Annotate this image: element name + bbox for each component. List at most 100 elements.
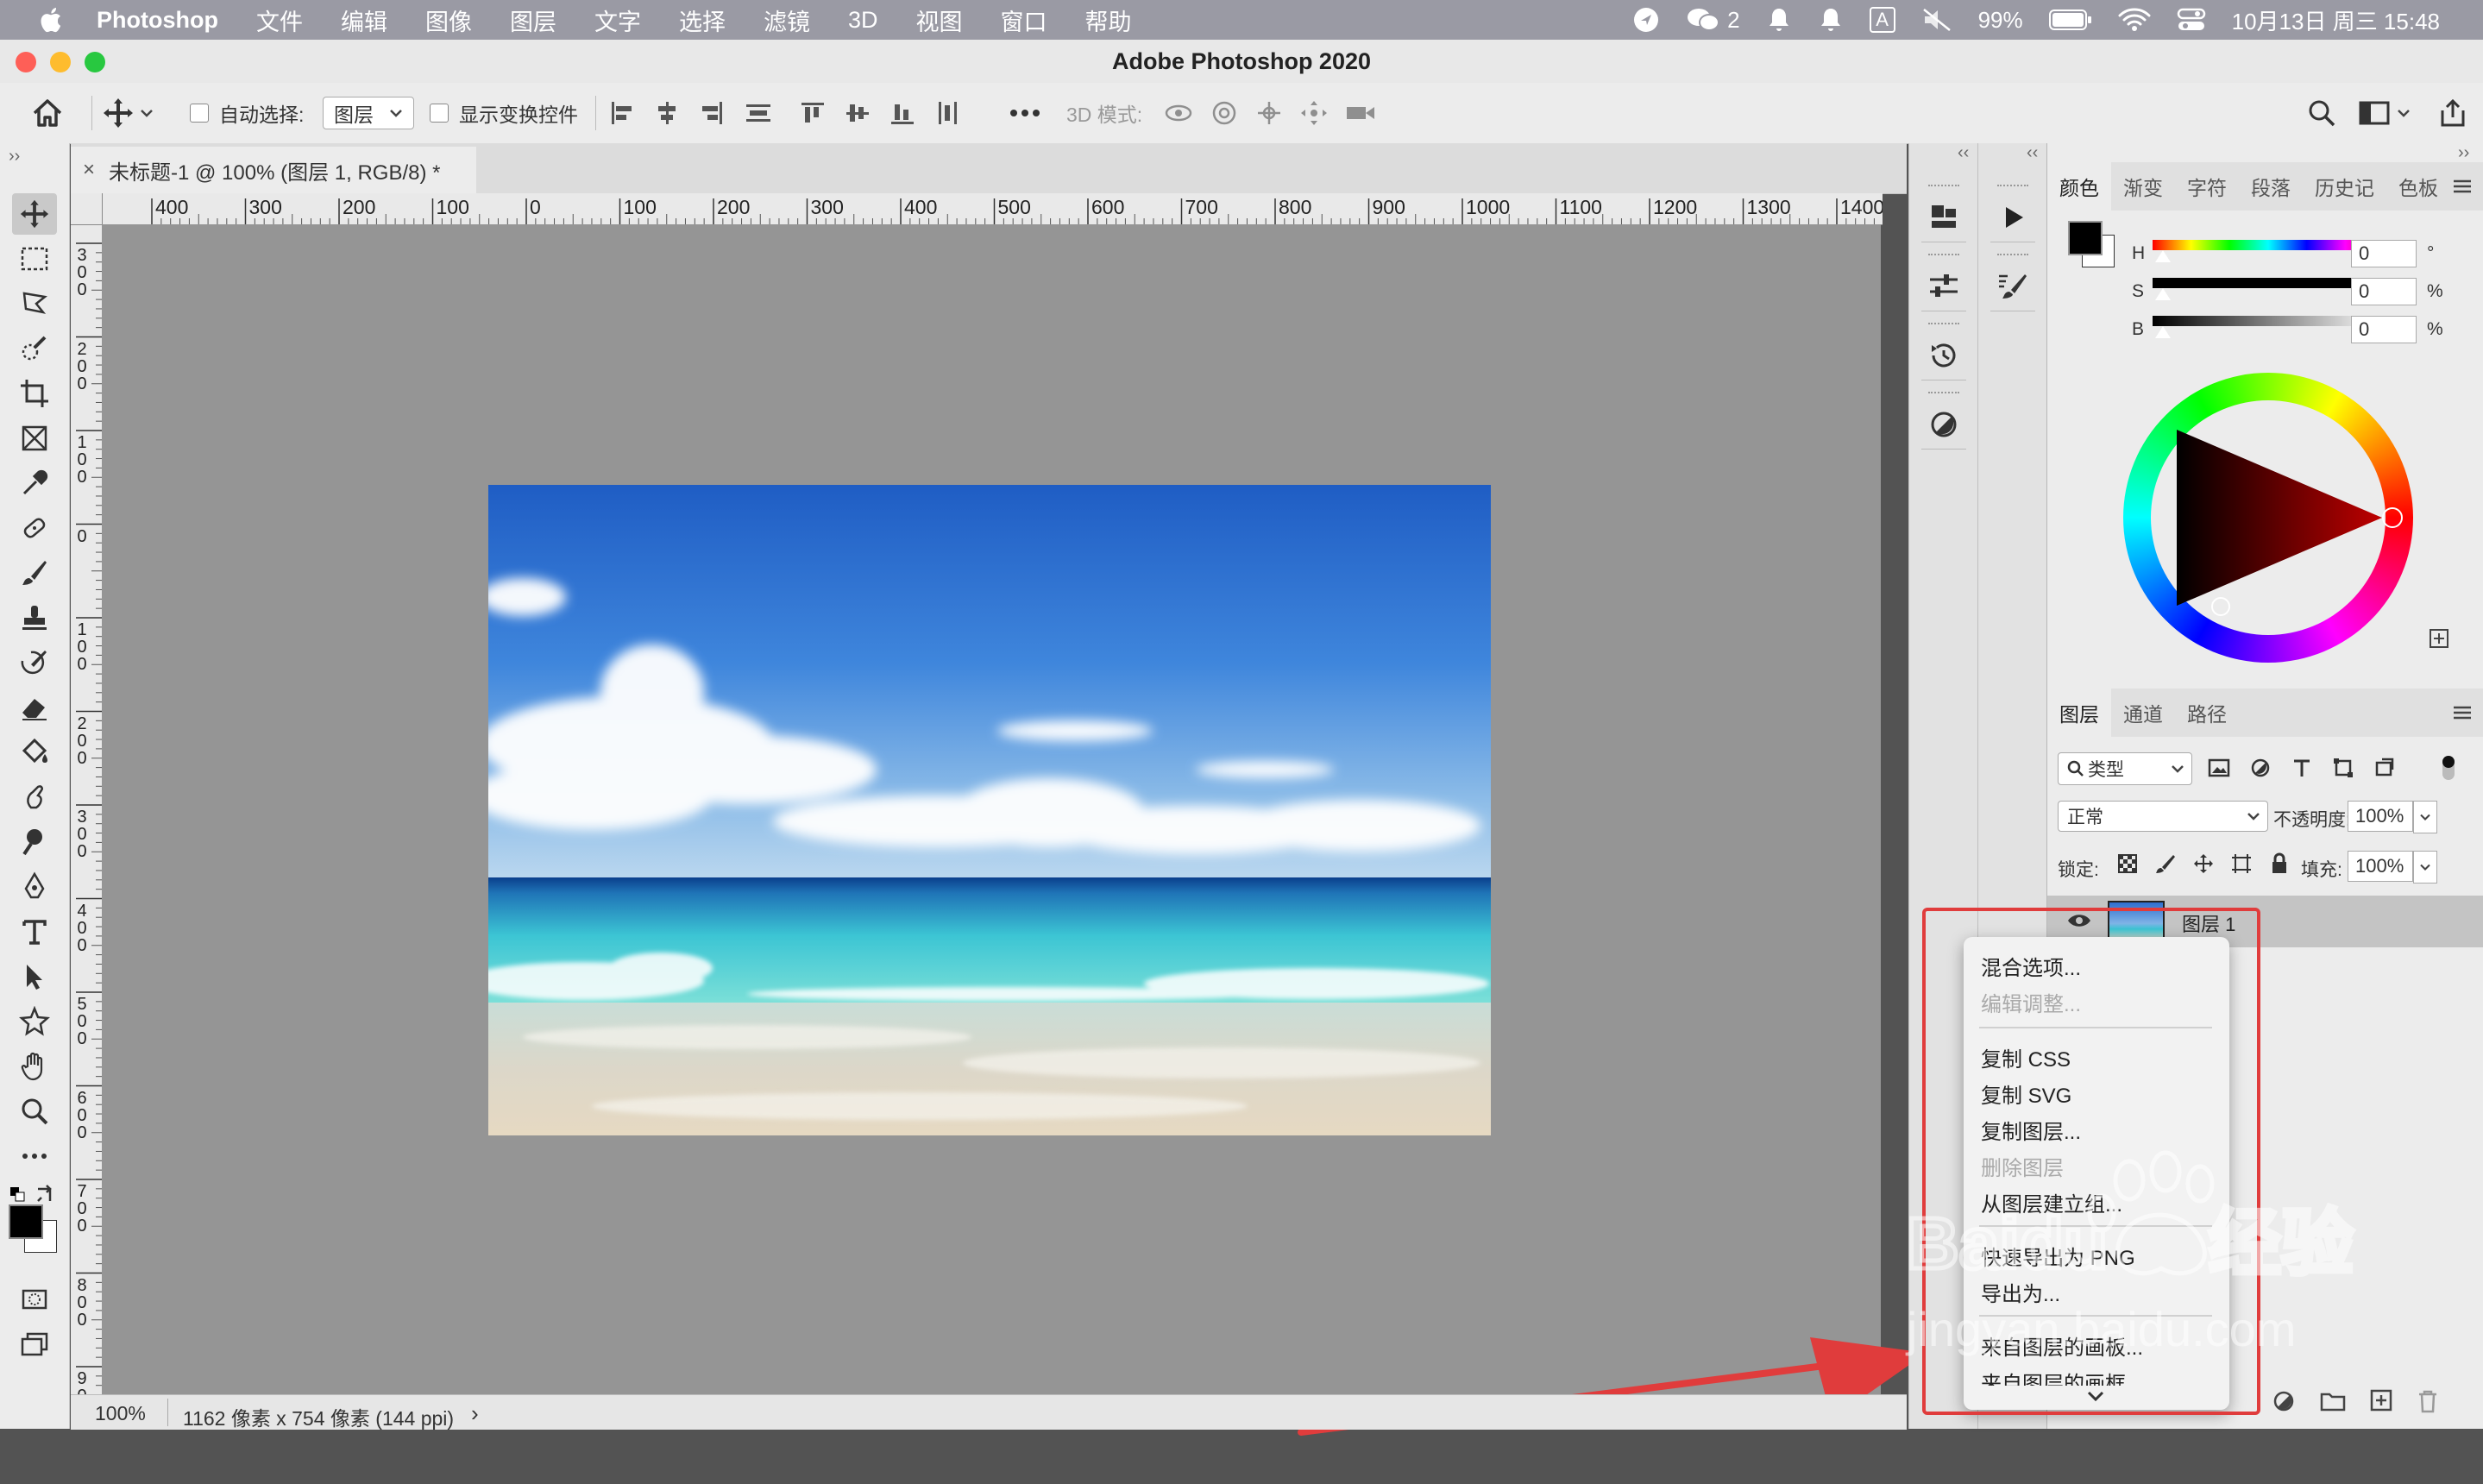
brightness-slider-thumb[interactable] (2155, 326, 2171, 338)
crop-tool[interactable] (12, 373, 57, 414)
location-icon[interactable] (1632, 6, 1660, 34)
brushes-panel-button[interactable] (1996, 269, 2030, 308)
lock-transparent-icon[interactable] (2116, 852, 2139, 875)
collapse-icon[interactable]: ‹‹ (1958, 143, 1969, 163)
actions-panel-button[interactable] (1996, 200, 2030, 239)
shape-tool[interactable] (12, 1001, 57, 1042)
blur-tool[interactable] (12, 777, 57, 818)
color-picker-marker[interactable] (2211, 597, 2230, 616)
show-transform-check[interactable] (430, 104, 449, 123)
lock-artboard-icon[interactable] (2230, 852, 2253, 875)
hue-ring-marker[interactable] (2382, 507, 2403, 528)
foreground-color-swatch[interactable] (9, 1204, 43, 1239)
saturation-slider-thumb[interactable] (2155, 288, 2171, 300)
frame-tool[interactable] (12, 418, 57, 459)
mute-icon[interactable] (1921, 6, 1952, 34)
horizontal-ruler[interactable]: 400 300 200 100 0 100 200 300 400 500 600 700 800 900… (71, 193, 1883, 225)
lock-position-icon[interactable] (2192, 852, 2215, 875)
quick-select-tool[interactable] (12, 328, 57, 369)
adjustments-panel-button[interactable] (1927, 407, 1961, 446)
3d-pan-icon[interactable] (1254, 99, 1284, 127)
lock-pixels-icon[interactable] (2154, 852, 2177, 875)
tab-gradient[interactable]: 渐变 (2111, 162, 2175, 211)
adjustment-filter-icon[interactable] (2249, 758, 2272, 778)
align-left-icon[interactable] (609, 99, 635, 127)
canvas-pasteboard[interactable] (102, 224, 1927, 1436)
eyedropper-tool[interactable] (12, 462, 57, 504)
move-tool[interactable] (12, 193, 57, 235)
align-vcenter-icon[interactable] (844, 99, 870, 127)
brightness-slider[interactable] (2153, 316, 2384, 326)
color-triangle[interactable] (2123, 373, 2413, 663)
type-tool[interactable] (12, 911, 57, 953)
hue-input[interactable]: 0 (2351, 240, 2417, 267)
fill-input[interactable]: 100% (2348, 851, 2413, 882)
fill-dropdown[interactable] (2413, 851, 2437, 883)
clock[interactable]: 10月13日 周三 15:48 (2232, 4, 2440, 36)
move-tool-preset[interactable] (102, 83, 154, 143)
menu-3d[interactable]: 3D (848, 7, 878, 34)
collapse-icon[interactable]: ‹‹ (2027, 143, 2038, 163)
tab-color[interactable]: 颜色 (2047, 162, 2111, 211)
home-button[interactable] (31, 83, 64, 143)
type-filter-icon[interactable] (2291, 758, 2313, 778)
pixel-filter-icon[interactable] (2208, 758, 2230, 778)
distribute-vertical-icon[interactable] (744, 99, 773, 127)
menu-window[interactable]: 窗口 (1001, 3, 1047, 37)
panel-menu-icon[interactable] (2451, 704, 2474, 721)
auto-select-dropdown[interactable]: 图层 (323, 97, 414, 129)
hue-slider[interactable] (2153, 240, 2384, 250)
apple-icon[interactable] (35, 3, 69, 37)
opacity-input[interactable]: 100% (2348, 801, 2413, 832)
vertical-ruler[interactable]: 30020010001002003004005006007008009001 (71, 224, 103, 1394)
properties-panel-button[interactable] (1927, 269, 1961, 308)
bell-icon[interactable] (1766, 6, 1792, 34)
smart-object-filter-icon[interactable] (2373, 758, 2396, 778)
3d-roll-icon[interactable] (1210, 99, 1239, 127)
menu-edit[interactable]: 编辑 (341, 3, 387, 37)
history-panel-button[interactable] (1927, 338, 1961, 377)
distribute-horizontal-icon[interactable] (933, 99, 963, 127)
eraser-tool[interactable] (12, 687, 57, 728)
color-wheel[interactable] (2123, 373, 2413, 663)
edit-toolbar-button[interactable] (12, 1135, 57, 1177)
saturation-input[interactable]: 0 (2351, 278, 2417, 305)
dodge-tool[interactable] (12, 821, 57, 863)
control-center-icon[interactable] (2177, 7, 2206, 33)
lock-all-icon[interactable] (2268, 852, 2291, 875)
share-button[interactable] (2438, 83, 2467, 143)
healing-brush-tool[interactable] (12, 507, 57, 549)
brush-tool[interactable] (12, 552, 57, 594)
wechat-status[interactable]: 2 (1686, 6, 1740, 34)
fg-color-chip[interactable] (2068, 221, 2103, 255)
search-button[interactable] (2307, 83, 2336, 143)
wifi-icon[interactable] (2118, 7, 2151, 33)
tab-channels[interactable]: 通道 (2111, 689, 2175, 737)
opacity-dropdown[interactable] (2413, 801, 2437, 833)
trash-icon[interactable] (2417, 1389, 2439, 1413)
menu-app-name[interactable]: Photoshop (97, 7, 218, 34)
paint-bucket-tool[interactable] (12, 732, 57, 773)
beach-photo[interactable] (488, 485, 1491, 1135)
more-options-button[interactable] (1009, 83, 1040, 143)
document-tab[interactable]: × 未标题-1 @ 100% (图层 1, RGB/8) * (71, 147, 476, 193)
quick-mask-button[interactable] (12, 1279, 57, 1320)
panel-menu-icon[interactable] (2451, 178, 2474, 195)
menu-help[interactable]: 帮助 (1085, 3, 1132, 37)
3d-slide-icon[interactable] (1299, 99, 1329, 127)
menu-layer[interactable]: 图层 (510, 3, 556, 37)
menu-file[interactable]: 文件 (256, 3, 303, 37)
lasso-tool[interactable] (12, 283, 57, 324)
show-transform-checkbox[interactable]: 显示变换控件 (430, 83, 578, 143)
screen-mode-button[interactable] (12, 1324, 57, 1365)
align-top-icon[interactable] (799, 99, 825, 127)
collapse-icon[interactable]: ›› (2458, 143, 2469, 163)
menu-select[interactable]: 选择 (679, 3, 726, 37)
workspace-button[interactable] (2359, 83, 2411, 143)
blend-mode-dropdown[interactable]: 正常 (2058, 801, 2268, 832)
menu-type[interactable]: 文字 (594, 3, 641, 37)
auto-select-checkbox[interactable]: 自动选择: (190, 83, 304, 143)
status-menu-arrow[interactable]: › (471, 1400, 479, 1427)
tab-paths[interactable]: 路径 (2175, 689, 2239, 737)
brightness-input[interactable]: 0 (2351, 316, 2417, 343)
